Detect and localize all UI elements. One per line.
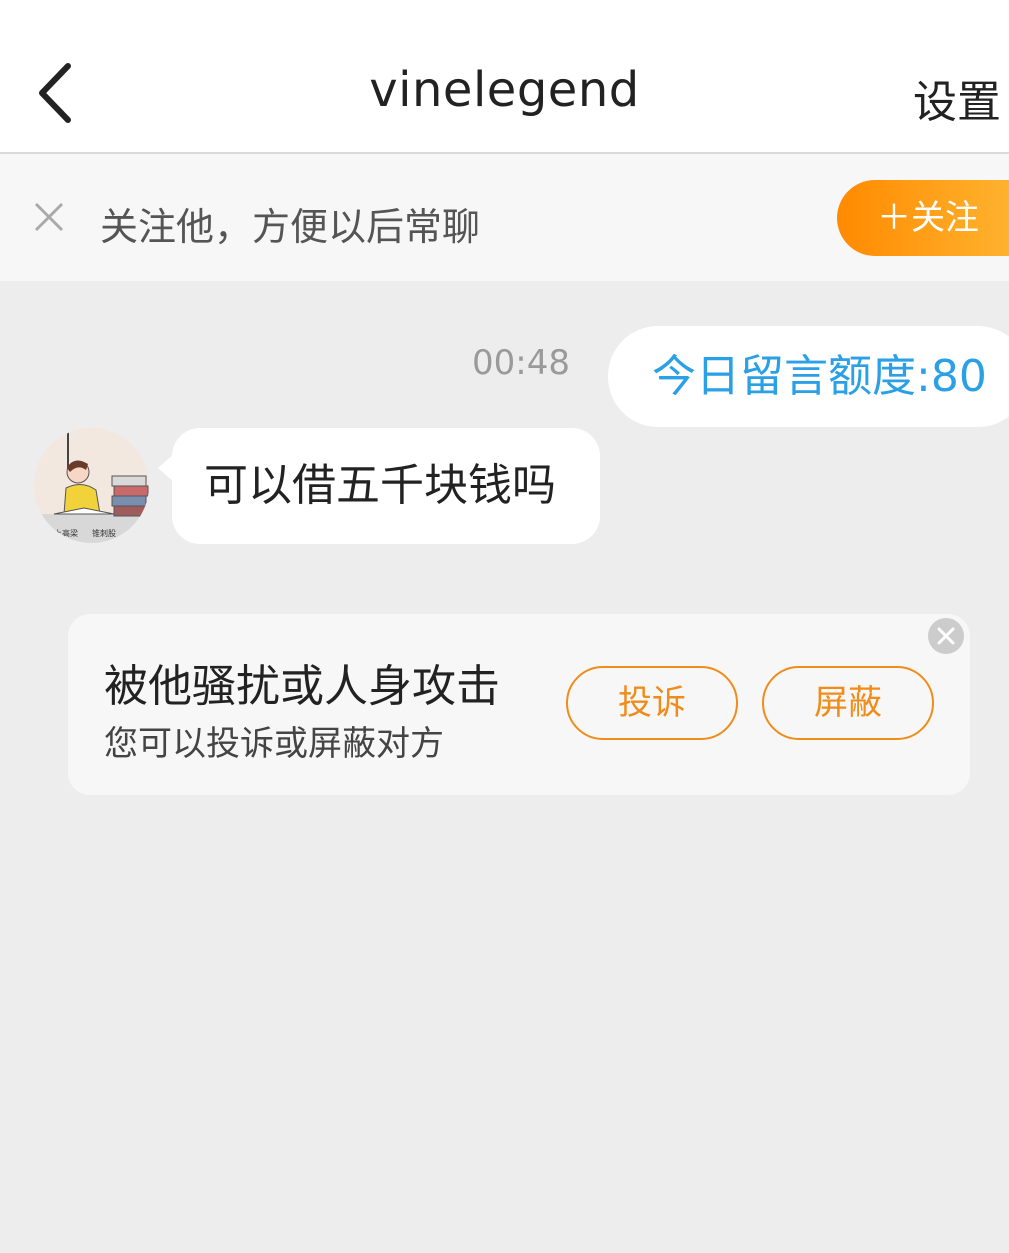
follow-prompt-bar: 关注他，方便以后常聊 ＋关注: [0, 154, 1009, 281]
close-icon[interactable]: [928, 618, 964, 654]
outgoing-message-bubble: 今日留言额度:80: [608, 326, 1009, 427]
settings-button[interactable]: 设置: [913, 66, 1001, 130]
avatar-caption-right: 锥刺股: [92, 528, 116, 538]
notice-subtitle: 您可以投诉或屏蔽对方: [104, 724, 444, 764]
message-timestamp: 00:48: [472, 343, 570, 383]
follow-prompt-text: 关注他，方便以后常聊: [100, 205, 481, 249]
block-button[interactable]: 屏蔽: [762, 666, 934, 740]
avatar-caption-left: 上高梁: [54, 528, 78, 538]
incoming-message-bubble: 可以借五千块钱吗: [158, 428, 600, 544]
notice-title: 被他骚扰或人身攻击: [104, 661, 500, 712]
close-icon[interactable]: [30, 198, 68, 236]
chat-title: vinelegend: [369, 62, 640, 118]
report-button[interactable]: 投诉: [566, 666, 738, 740]
follow-button[interactable]: ＋关注: [837, 180, 1009, 256]
top-bar: vinelegend 设置: [0, 0, 1009, 154]
harassment-notice-card: 被他骚扰或人身攻击 您可以投诉或屏蔽对方 投诉 屏蔽: [68, 614, 970, 795]
avatar[interactable]: 上高梁 锥刺股: [34, 428, 149, 543]
